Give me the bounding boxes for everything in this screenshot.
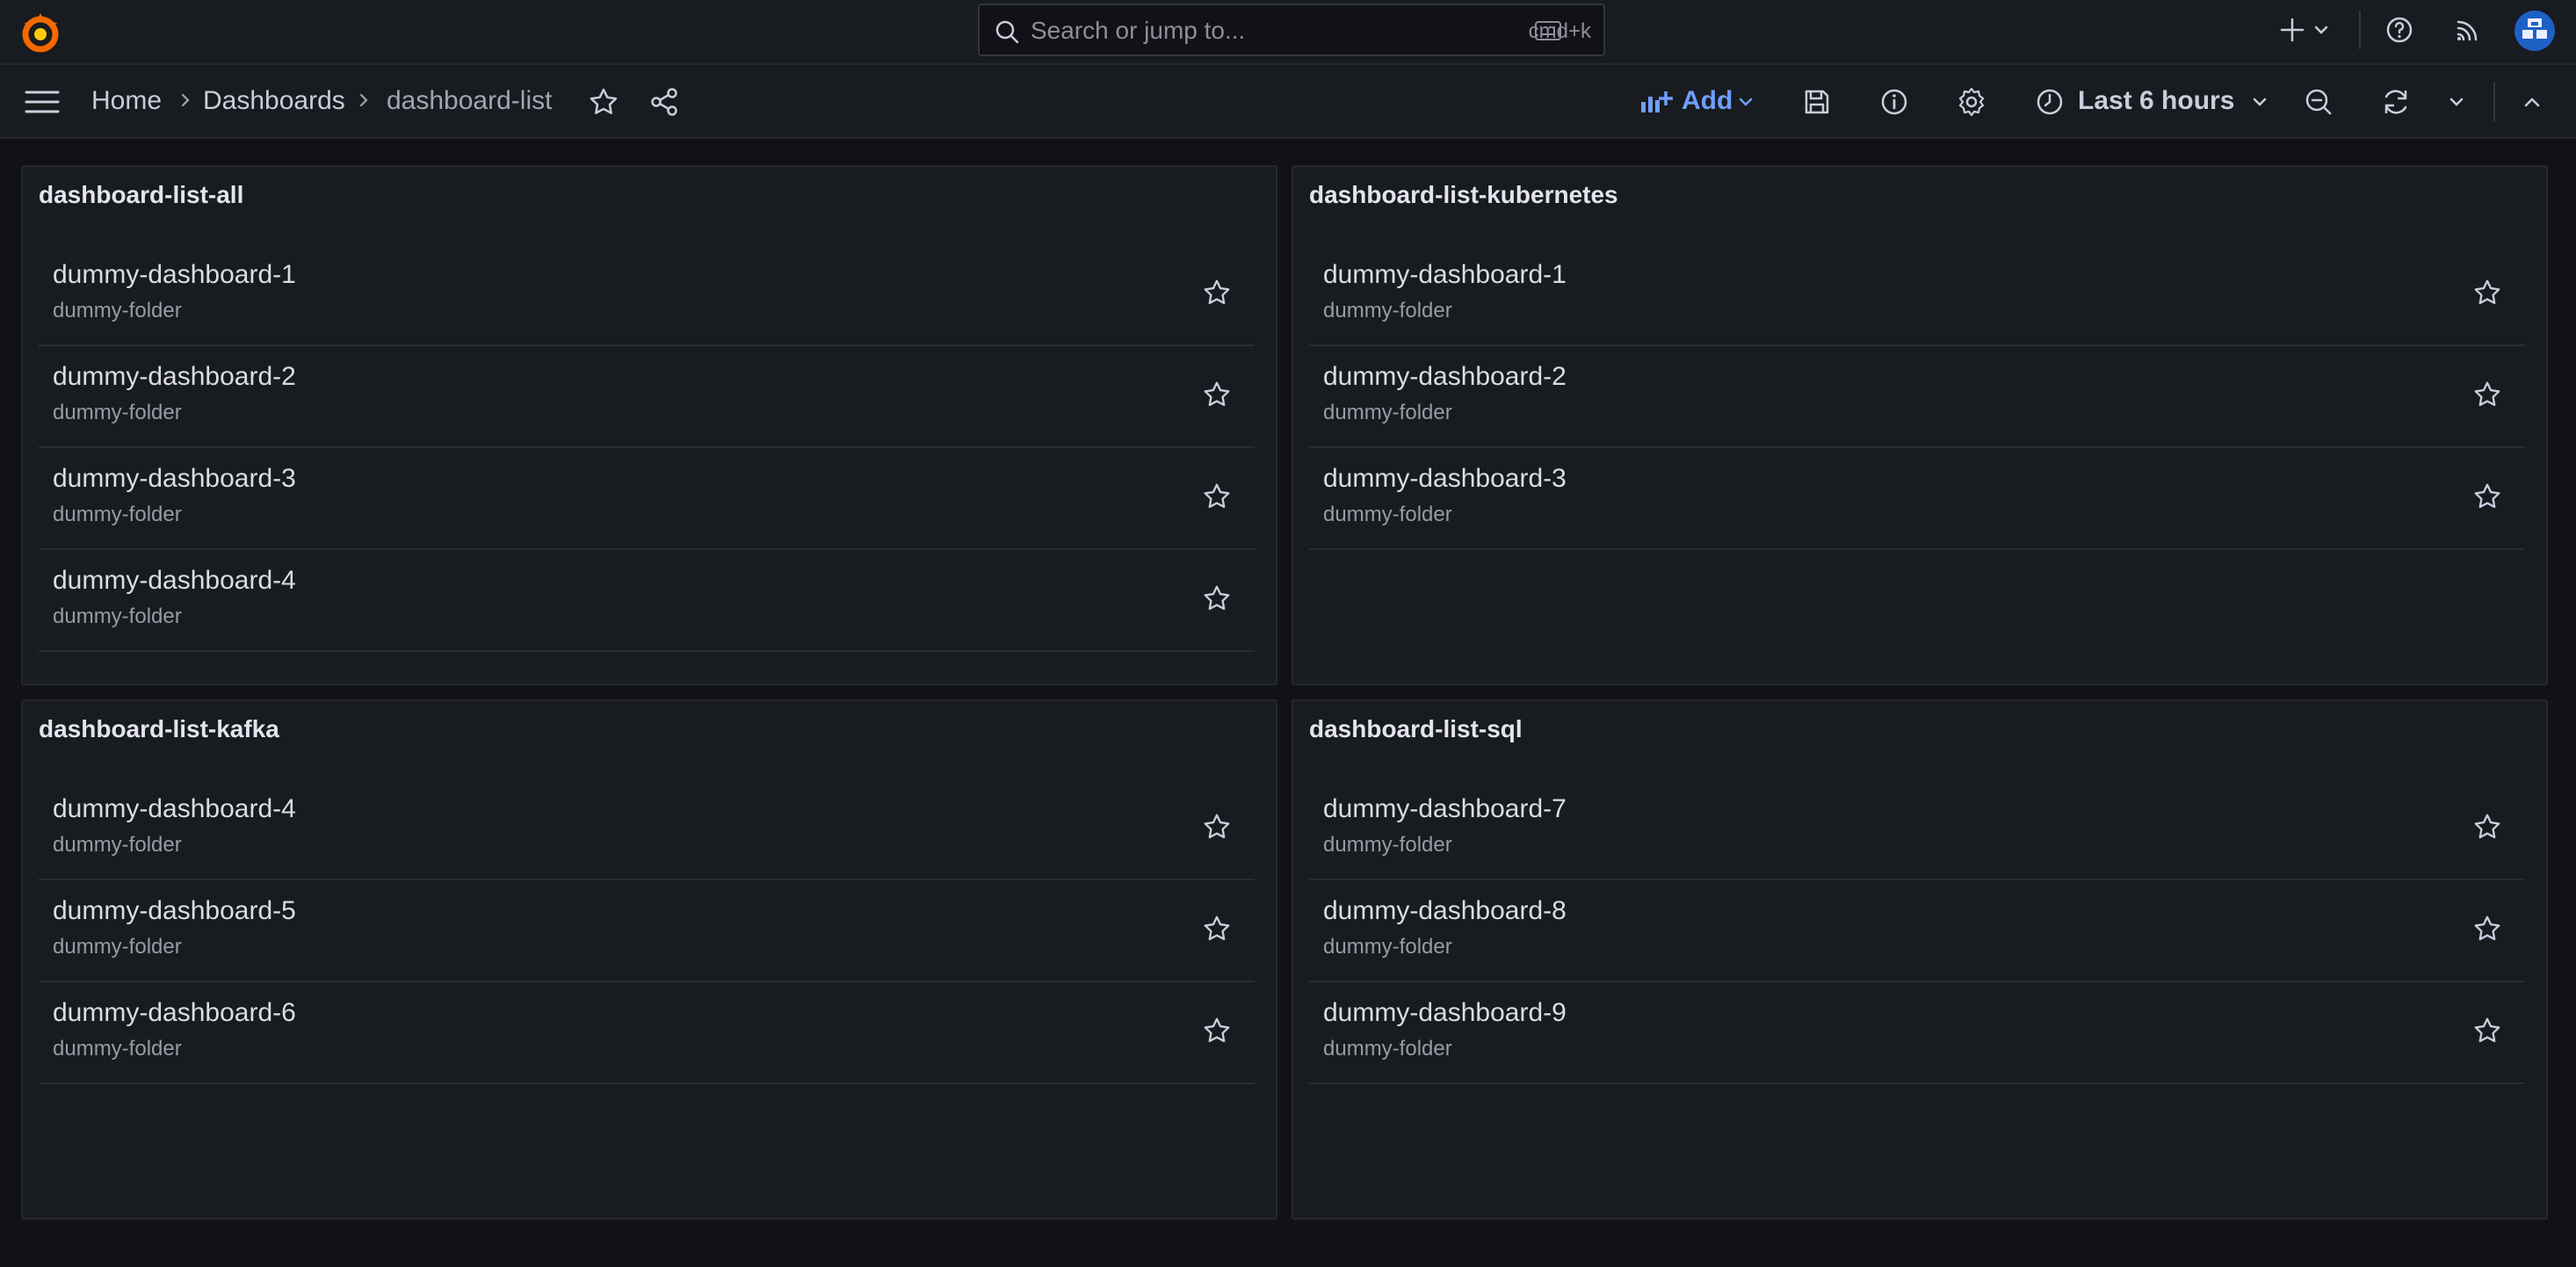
add-button[interactable]: Add	[1682, 86, 1733, 116]
dashboard-link[interactable]: dummy-dashboard-1	[1323, 260, 1567, 290]
list-item[interactable]: dummy-dashboard-3 dummy-folder	[1309, 448, 2525, 550]
star-icon[interactable]	[1202, 812, 1232, 842]
search-placeholder: Search or jump to...	[1031, 17, 1246, 44]
panel-title[interactable]: dashboard-list-kubernetes	[1309, 181, 1618, 209]
folder-label: dummy-folder	[1323, 503, 1452, 526]
search-shortcut: cmd+k	[1528, 19, 1591, 43]
panel-title[interactable]: dashboard-list-kafka	[39, 715, 279, 743]
breadcrumb-dashboards[interactable]: Dashboards	[203, 86, 345, 116]
list-item[interactable]: dummy-dashboard-2 dummy-folder	[1309, 346, 2525, 448]
info-icon[interactable]	[1878, 86, 1910, 118]
folder-label: dummy-folder	[53, 401, 182, 424]
list-item[interactable]: dummy-dashboard-4 dummy-folder	[39, 778, 1255, 880]
clock-icon[interactable]	[2034, 86, 2066, 118]
dashboard-link[interactable]: dummy-dashboard-8	[1323, 896, 1567, 926]
add-panel-icon[interactable]	[1639, 88, 1673, 116]
star-icon[interactable]	[2472, 914, 2502, 944]
grafana-logo-icon[interactable]	[18, 11, 63, 56]
chevron-down-icon[interactable]	[1737, 93, 1755, 111]
dashboard-link[interactable]: dummy-dashboard-9	[1323, 998, 1567, 1028]
folder-label: dummy-folder	[1323, 833, 1452, 857]
search-icon	[995, 20, 1019, 44]
chevron-down-icon[interactable]	[2312, 21, 2330, 39]
chevron-down-icon[interactable]	[2251, 93, 2268, 111]
menu-icon[interactable]	[25, 86, 60, 118]
list-item[interactable]: dummy-dashboard-1 dummy-folder	[39, 244, 1255, 346]
chevron-down-icon[interactable]	[2448, 93, 2465, 111]
search-input[interactable]: Search or jump to... cmd+k	[978, 4, 1605, 56]
dashboard-link[interactable]: dummy-dashboard-2	[53, 362, 296, 392]
panel-dashboard-list-sql: dashboard-list-sql dummy-dashboard-7 dum…	[1292, 699, 2548, 1220]
folder-label: dummy-folder	[53, 935, 182, 959]
star-icon[interactable]	[1202, 1016, 1232, 1046]
chevron-up-icon[interactable]	[2522, 93, 2542, 112]
list-item[interactable]: dummy-dashboard-2 dummy-folder	[39, 346, 1255, 448]
folder-label: dummy-folder	[53, 503, 182, 526]
dashboard-link[interactable]: dummy-dashboard-3	[1323, 464, 1567, 494]
star-icon[interactable]	[2472, 812, 2502, 842]
gear-icon[interactable]	[1956, 86, 1987, 118]
share-icon[interactable]	[648, 86, 680, 118]
help-icon[interactable]	[2384, 15, 2414, 45]
refresh-icon[interactable]	[2380, 86, 2412, 118]
list-item[interactable]: dummy-dashboard-5 dummy-folder	[39, 880, 1255, 982]
panel-dashboard-list-all: dashboard-list-all dummy-dashboard-1 dum…	[21, 165, 1277, 685]
avatar[interactable]	[2514, 11, 2555, 51]
dashboard-link[interactable]: dummy-dashboard-6	[53, 998, 296, 1028]
dashboard-link[interactable]: dummy-dashboard-1	[53, 260, 296, 290]
folder-label: dummy-folder	[53, 299, 182, 322]
dashboard-link[interactable]: dummy-dashboard-3	[53, 464, 296, 494]
divider	[2493, 83, 2495, 121]
star-icon[interactable]	[1202, 914, 1232, 944]
list-item[interactable]: dummy-dashboard-9 dummy-folder	[1309, 982, 2525, 1084]
zoom-out-icon[interactable]	[2303, 86, 2334, 118]
star-icon[interactable]	[1202, 481, 1232, 511]
breadcrumb-home[interactable]: Home	[91, 86, 162, 116]
star-icon[interactable]	[2472, 380, 2502, 409]
list-item[interactable]: dummy-dashboard-4 dummy-folder	[39, 550, 1255, 652]
top-bar: Search or jump to... cmd+k	[0, 0, 2576, 65]
star-icon[interactable]	[2472, 481, 2502, 511]
folder-label: dummy-folder	[53, 605, 182, 628]
chevron-right-icon	[181, 93, 190, 107]
panel-dashboard-list-kubernetes: dashboard-list-kubernetes dummy-dashboar…	[1292, 165, 2548, 685]
list-item[interactable]: dummy-dashboard-3 dummy-folder	[39, 448, 1255, 550]
breadcrumb-current: dashboard-list	[387, 86, 553, 115]
folder-label: dummy-folder	[1323, 1037, 1452, 1061]
panel-title[interactable]: dashboard-list-sql	[1309, 715, 1523, 743]
folder-label: dummy-folder	[53, 1037, 182, 1061]
star-icon[interactable]	[1202, 583, 1232, 613]
dashboard-nav-bar: Home Dashboards dashboard-list Add Last …	[0, 65, 2576, 139]
time-range-picker[interactable]: Last 6 hours	[2078, 86, 2234, 116]
dashboard-link[interactable]: dummy-dashboard-7	[1323, 794, 1567, 824]
star-icon[interactable]	[588, 86, 619, 118]
list-item[interactable]: dummy-dashboard-6 dummy-folder	[39, 982, 1255, 1084]
dashboard-link[interactable]: dummy-dashboard-4	[53, 794, 296, 824]
dashboard-link[interactable]: dummy-dashboard-4	[53, 566, 296, 596]
plus-icon[interactable]	[2278, 16, 2306, 44]
dashboard-link[interactable]: dummy-dashboard-5	[53, 896, 296, 926]
star-icon[interactable]	[2472, 1016, 2502, 1046]
dashboard-link[interactable]: dummy-dashboard-2	[1323, 362, 1567, 392]
panel-title[interactable]: dashboard-list-all	[39, 181, 243, 209]
folder-label: dummy-folder	[1323, 401, 1452, 424]
folder-label: dummy-folder	[1323, 299, 1452, 322]
folder-label: dummy-folder	[53, 833, 182, 857]
chevron-right-icon	[359, 93, 368, 107]
star-icon[interactable]	[2472, 278, 2502, 308]
save-icon[interactable]	[1801, 86, 1833, 118]
star-icon[interactable]	[1202, 278, 1232, 308]
rss-icon[interactable]	[2453, 15, 2483, 45]
panel-dashboard-list-kafka: dashboard-list-kafka dummy-dashboard-4 d…	[21, 699, 1277, 1220]
folder-label: dummy-folder	[1323, 935, 1452, 959]
divider	[2359, 11, 2361, 49]
list-item[interactable]: dummy-dashboard-8 dummy-folder	[1309, 880, 2525, 982]
list-item[interactable]: dummy-dashboard-1 dummy-folder	[1309, 244, 2525, 346]
star-icon[interactable]	[1202, 380, 1232, 409]
list-item[interactable]: dummy-dashboard-7 dummy-folder	[1309, 778, 2525, 880]
